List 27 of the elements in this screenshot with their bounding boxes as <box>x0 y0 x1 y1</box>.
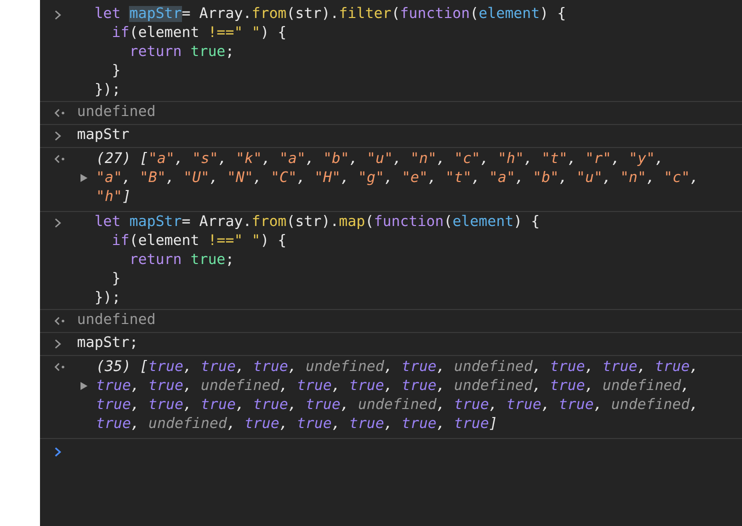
return-arrow-icon <box>54 362 66 372</box>
code-line: let mapStr= Array.from(str).map(function(element) { <box>94 214 540 230</box>
code-line: if(element !==" ") { <box>112 25 287 41</box>
chevron-icon <box>54 218 62 228</box>
array-preview[interactable]: (35) [true, true, true, undefined, true, undefined, true, true, true, true, true, undefined, true, true, true, undefined, true, undefined, true, true, true, true, true, undefined, true, true, true, undefined, true, undefined, true, true, true, true, true] <box>96 357 706 437</box>
return-arrow-icon <box>54 316 66 326</box>
code-line: mapStr <box>77 127 130 143</box>
code-line: return true; <box>129 252 234 268</box>
code-line: }); <box>94 82 121 98</box>
return-value: undefined <box>77 104 156 120</box>
array-preview[interactable]: (27) ["a", "s", "k", "a", "b", "u", "n", "c", "h", "t", "r", "y", "a", "B", "U", "N", "C", "H", "g", "e", "t", "a", "b", "u", "n", "c", "h"] <box>96 149 706 210</box>
code-line: if(element !==" ") { <box>112 233 287 249</box>
chevron-icon <box>54 339 62 349</box>
expand-triangle-icon[interactable] <box>80 381 88 391</box>
return-value: undefined <box>77 312 156 328</box>
code-line: let mapStr= Array.from(str).filter(function(element) { <box>94 6 566 22</box>
code-line: } <box>112 271 121 287</box>
chevron-icon <box>54 447 62 457</box>
expand-triangle-icon[interactable] <box>80 173 88 183</box>
code-line: } <box>112 63 121 79</box>
code-line: mapStr; <box>77 335 138 351</box>
code-line: return true; <box>129 44 234 60</box>
return-arrow-icon <box>54 154 66 164</box>
chevron-icon <box>54 10 62 20</box>
chevron-icon <box>54 131 62 141</box>
return-arrow-icon <box>54 108 66 118</box>
code-line: }); <box>94 290 121 306</box>
